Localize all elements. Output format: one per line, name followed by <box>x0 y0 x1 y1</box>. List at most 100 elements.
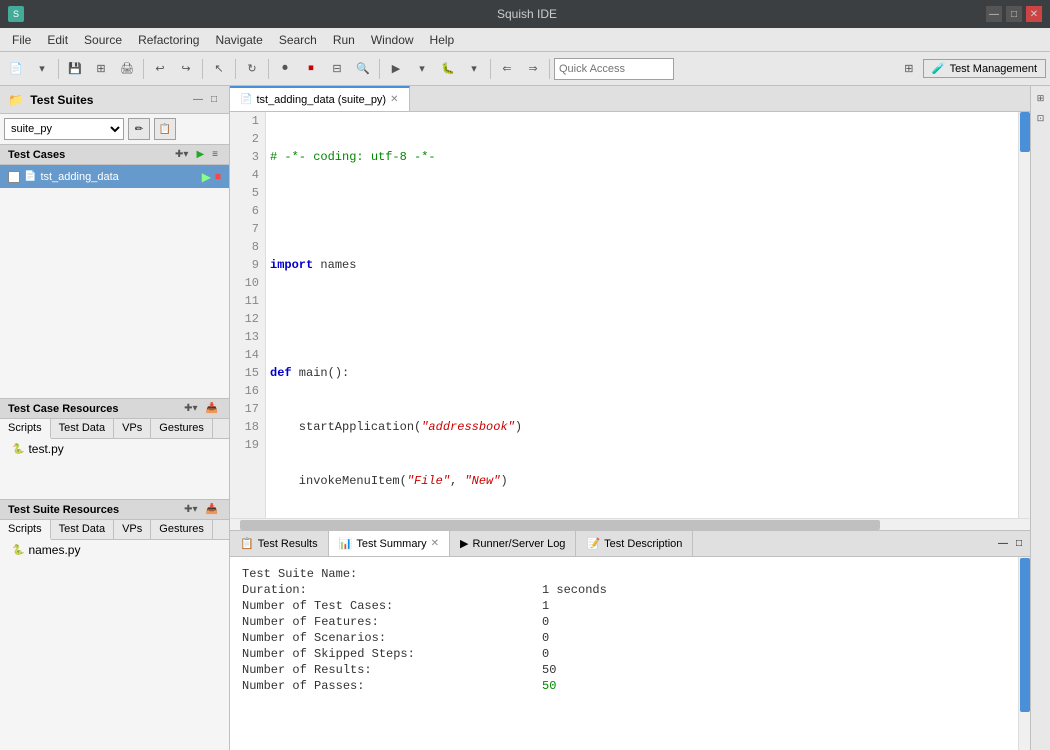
test-suites-label: Test Suites <box>30 93 93 107</box>
code-line-1: # -*- coding: utf-8 -*- <box>270 148 1014 166</box>
test-cases-label: Test Cases <box>8 149 65 161</box>
desc-icon: 📝 <box>586 537 600 550</box>
menu-window[interactable]: Window <box>363 31 422 49</box>
run-icon[interactable]: ▶ <box>202 170 211 184</box>
horizontal-scrollbar[interactable] <box>230 518 1030 530</box>
minimize-btn[interactable]: — <box>986 6 1002 22</box>
quick-access-input[interactable] <box>554 58 674 80</box>
right-mini-btn-1[interactable]: ⊞ <box>1033 90 1049 106</box>
app-title: Squish IDE <box>68 7 986 21</box>
suite-dropdown[interactable]: suite_py <box>4 118 124 140</box>
spy-btn[interactable]: 🔍 <box>351 57 375 81</box>
cursor-btn[interactable]: ↖ <box>207 57 231 81</box>
tab-close-btn[interactable]: ✕ <box>390 94 398 105</box>
tab-test-description[interactable]: 📝 Test Description <box>576 531 693 556</box>
maximize-panel-btn[interactable]: □ <box>207 93 221 107</box>
add-resource-btn[interactable]: ✚▾ <box>181 402 200 415</box>
tab-test-summary[interactable]: 📊 Test Summary ✕ <box>329 531 450 556</box>
tab-suite-testdata[interactable]: Test Data <box>51 520 114 539</box>
debug-btn[interactable]: 🐛 <box>436 57 460 81</box>
bottom-panel: 📋 Test Results 📊 Test Summary ✕ ▶ Runner… <box>230 530 1030 750</box>
forward-btn[interactable]: ⇒ <box>521 57 545 81</box>
refresh-btn[interactable]: ↻ <box>240 57 264 81</box>
print-btn[interactable]: 🖨 <box>115 57 139 81</box>
menu-file[interactable]: File <box>4 31 39 49</box>
run-test-btn[interactable]: ▶ <box>193 148 207 161</box>
test-mgmt-label: Test Management <box>950 63 1037 75</box>
tab-vps[interactable]: VPs <box>114 419 151 438</box>
h-scroll-thumb <box>240 520 880 530</box>
close-btn[interactable]: ✕ <box>1026 6 1042 22</box>
grid-btn[interactable]: ⊟ <box>325 57 349 81</box>
scroll-thumb <box>1020 112 1030 152</box>
minimize-bottom-btn[interactable]: — <box>996 537 1010 551</box>
num-scenarios-value: 0 <box>542 631 549 645</box>
back-btn[interactable]: ⇐ <box>495 57 519 81</box>
suite-file-item[interactable]: 🐍 names.py <box>0 540 229 560</box>
code-line-3: import names <box>270 256 1014 274</box>
num-test-cases-label: Number of Test Cases: <box>242 599 542 613</box>
toolbar: 📄 ▾ 💾 ⊞ 🖨 ↩ ↪ ↖ ↻ ⏺ ⏹ ⊟ 🔍 ▶ ▾ 🐛 ▾ ⇐ ⇒ ⊞ … <box>0 52 1050 86</box>
new-suite-btn[interactable]: 📋 <box>154 118 176 140</box>
menu-navigate[interactable]: Navigate <box>207 31 270 49</box>
menu-source[interactable]: Source <box>76 31 130 49</box>
duration-label: Duration: <box>242 583 542 597</box>
debug-dropdown-btn[interactable]: ▾ <box>462 57 486 81</box>
menu-help[interactable]: Help <box>422 31 463 49</box>
tab-summary-close[interactable]: ✕ <box>431 538 439 549</box>
new-dropdown-btn[interactable]: ▾ <box>30 57 54 81</box>
menu-search[interactable]: Search <box>271 31 325 49</box>
test-case-icon: 📄 <box>24 171 36 182</box>
minimize-panel-btn[interactable]: — <box>191 93 205 107</box>
panel-controls: — □ <box>191 93 221 107</box>
redo-btn[interactable]: ↪ <box>174 57 198 81</box>
right-mini-btn-2[interactable]: ⊡ <box>1033 110 1049 126</box>
test-case-resources-header: Test Case Resources ✚▾ 📥 <box>0 398 229 419</box>
sort-test-btn[interactable]: ≡ <box>209 148 221 161</box>
tab-suite-vps[interactable]: VPs <box>114 520 151 539</box>
stop-icon[interactable]: ⏹ <box>215 169 221 184</box>
script-file-item[interactable]: 🐍 test.py <box>0 439 229 459</box>
record-btn[interactable]: ⏺ <box>273 57 297 81</box>
menu-edit[interactable]: Edit <box>39 31 76 49</box>
menu-run[interactable]: Run <box>325 31 363 49</box>
open-perspective-btn[interactable]: ⊞ <box>897 57 921 81</box>
edit-suite-btn[interactable]: ✏ <box>128 118 150 140</box>
tab-runner-log[interactable]: ▶ Runner/Server Log <box>450 531 576 556</box>
add-suite-resource-btn[interactable]: ✚▾ <box>181 503 200 516</box>
code-content[interactable]: # -*- coding: utf-8 -*- import names def… <box>266 112 1018 518</box>
save-btn[interactable]: 💾 <box>63 57 87 81</box>
tab-suite-scripts[interactable]: Scripts <box>0 520 51 540</box>
test-case-checkbox[interactable] <box>8 171 20 183</box>
maximize-bottom-btn[interactable]: □ <box>1012 537 1026 551</box>
tab-scripts[interactable]: Scripts <box>0 419 51 439</box>
import-resource-btn[interactable]: 📥 <box>203 402 221 415</box>
menu-refactoring[interactable]: Refactoring <box>130 31 207 49</box>
run-dropdown-btn[interactable]: ▾ <box>410 57 434 81</box>
tab-test-results-label: Test Results <box>258 538 318 550</box>
editor-scrollbar[interactable] <box>1018 112 1030 518</box>
new-btn[interactable]: 📄 <box>4 57 28 81</box>
tab-test-results[interactable]: 📋 Test Results <box>230 531 329 556</box>
tab-suite-gestures[interactable]: Gestures <box>151 520 213 539</box>
save-all-btn[interactable]: ⊞ <box>89 57 113 81</box>
test-case-item[interactable]: 📄 tst_adding_data ▶ ⏹ <box>0 165 229 188</box>
editor-tab-active[interactable]: 📄 tst_adding_data (suite_py) ✕ <box>230 86 410 111</box>
tab-testdata[interactable]: Test Data <box>51 419 114 438</box>
bottom-scrollbar[interactable] <box>1018 557 1030 750</box>
test-cases-header: Test Cases ✚▾ ▶ ≡ <box>0 144 229 165</box>
num-passes-label: Number of Passes: <box>242 679 542 693</box>
run-btn[interactable]: ▶ <box>384 57 408 81</box>
stop-btn[interactable]: ⏹ <box>299 57 323 81</box>
undo-btn[interactable]: ↩ <box>148 57 172 81</box>
tab-gestures[interactable]: Gestures <box>151 419 213 438</box>
maximize-btn[interactable]: □ <box>1006 6 1022 22</box>
import-suite-resource-btn[interactable]: 📥 <box>203 503 221 516</box>
tab-runner-label: Runner/Server Log <box>472 538 565 550</box>
num-features-label: Number of Features: <box>242 615 542 629</box>
add-test-case-btn[interactable]: ✚▾ <box>172 148 191 161</box>
num-results-label: Number of Results: <box>242 663 542 677</box>
code-editor[interactable]: 1 2 3 4 5 6 7 8 9 10 11 12 13 14 15 16 1 <box>230 112 1030 518</box>
test-management-btn[interactable]: 🧪 Test Management <box>923 59 1046 78</box>
summary-test-cases-row: Number of Test Cases: 1 <box>242 599 1006 613</box>
